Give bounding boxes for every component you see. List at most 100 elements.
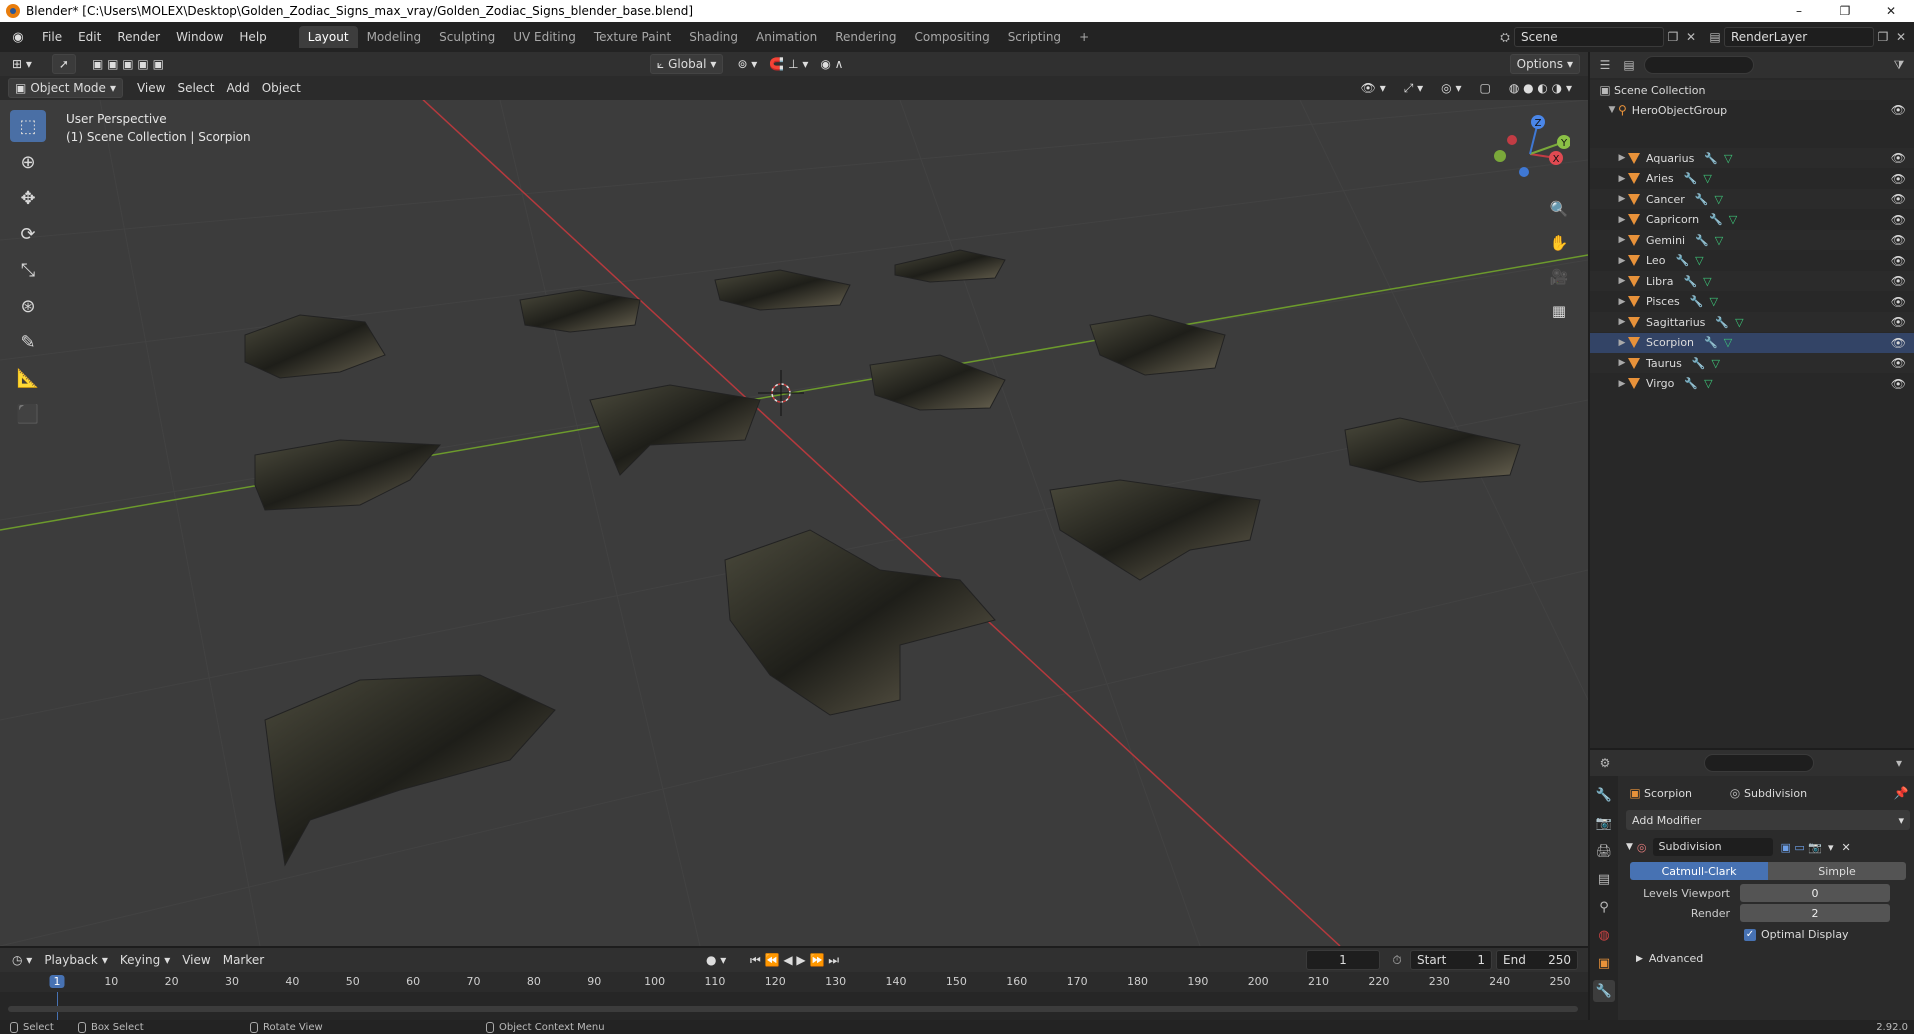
eye-icon[interactable]: 👁 bbox=[1891, 295, 1906, 309]
gizmo-z-icon[interactable]: Z bbox=[1531, 115, 1545, 129]
gizmo-icon[interactable]: ⤢ ▾ bbox=[1398, 78, 1429, 98]
3d-viewport[interactable]: User Perspective (1) Scene Collection | … bbox=[0, 100, 1588, 946]
gizmo-neg-y-icon[interactable] bbox=[1494, 150, 1506, 162]
delete-layer-icon[interactable]: ✕ bbox=[1892, 28, 1910, 46]
filter-icon[interactable]: ⧩ bbox=[1890, 56, 1908, 74]
menu-keying[interactable]: Keying ▾ bbox=[114, 950, 176, 970]
delete-scene-icon[interactable]: ✕ bbox=[1682, 28, 1700, 46]
cursor-tool-icon[interactable]: ⊕ bbox=[10, 146, 46, 178]
checkbox-checked-icon[interactable]: ✓ bbox=[1744, 928, 1756, 941]
outliner-scene-collection[interactable]: ▣ Scene Collection bbox=[1590, 80, 1914, 100]
menu-add[interactable]: Add bbox=[220, 78, 255, 98]
transform-tool-icon[interactable]: ⊛ bbox=[10, 290, 46, 322]
new-scene-icon[interactable]: ❐ bbox=[1664, 28, 1682, 46]
workspace-tab-animation[interactable]: Animation bbox=[747, 26, 826, 48]
selection-mode-icons[interactable]: ▣ ▣ ▣ ▣ ▣ bbox=[86, 54, 170, 74]
mesh-data-icon[interactable]: ▽ bbox=[1724, 336, 1732, 349]
mesh-data-icon[interactable]: ▽ bbox=[1704, 377, 1712, 390]
mesh-data-icon[interactable]: ▽ bbox=[1714, 193, 1722, 206]
eye-icon[interactable]: 👁 bbox=[1891, 315, 1906, 329]
expand-arrow-icon[interactable]: ▶ bbox=[1616, 317, 1628, 327]
editor-type-icon[interactable]: ⊞ ▾ bbox=[6, 54, 38, 74]
snap-icon[interactable]: 🧲 ⊥ ▾ bbox=[763, 54, 814, 74]
maximize-button[interactable]: ❐ bbox=[1822, 0, 1868, 22]
expand-arrow-icon[interactable]: ▼ bbox=[1606, 105, 1618, 115]
render-layer-selector[interactable]: RenderLayer bbox=[1724, 27, 1874, 47]
expand-arrow-icon[interactable]: ▶ bbox=[1616, 358, 1628, 368]
modifier-name-input[interactable]: Subdivision bbox=[1652, 838, 1773, 856]
expand-arrow-icon[interactable]: ▶ bbox=[1616, 153, 1628, 163]
outliner-object-row[interactable]: ▶ Leo 🔧 ▽ 👁 bbox=[1590, 251, 1914, 271]
mesh-data-icon[interactable]: ▽ bbox=[1709, 295, 1717, 308]
workspace-tab-scripting[interactable]: Scripting bbox=[999, 26, 1070, 48]
outliner-object-row[interactable]: ▶ Taurus 🔧 ▽ 👁 bbox=[1590, 353, 1914, 373]
measure-tool-icon[interactable]: 📐 bbox=[10, 362, 46, 394]
mesh-data-icon[interactable]: ▽ bbox=[1703, 275, 1711, 288]
mesh-data-icon[interactable]: ▽ bbox=[1703, 172, 1711, 185]
rotate-tool-icon[interactable]: ⟳ bbox=[10, 218, 46, 250]
mesh-data-icon[interactable]: ▽ bbox=[1735, 316, 1743, 329]
expand-arrow-icon[interactable]: ▶ bbox=[1616, 256, 1628, 266]
render-levels-field[interactable]: 2 bbox=[1740, 904, 1890, 922]
expand-arrow-icon[interactable]: ▶ bbox=[1616, 174, 1628, 184]
chevron-down-icon[interactable]: ▾ bbox=[1828, 841, 1834, 854]
visibility-icon[interactable]: 👁 ▾ bbox=[1355, 78, 1392, 98]
timeline-editor-icon[interactable]: ◷ ▾ bbox=[6, 950, 38, 970]
eye-icon[interactable]: 👁 bbox=[1891, 233, 1906, 247]
menu-object[interactable]: Object bbox=[256, 78, 307, 98]
modifier-wrench-icon[interactable]: 🔧 bbox=[1684, 377, 1698, 390]
expand-arrow-icon[interactable]: ▶ bbox=[1616, 379, 1628, 389]
pivot-point-icon[interactable]: ⊚ ▾ bbox=[731, 54, 763, 74]
modifier-wrench-icon[interactable]: 🔧 bbox=[1695, 234, 1709, 247]
move-tool-icon[interactable]: ✥ bbox=[10, 182, 46, 214]
annotate-tool-icon[interactable]: ✎ bbox=[10, 326, 46, 358]
expand-arrow-icon[interactable]: ▶ bbox=[1616, 276, 1628, 286]
outliner-object-row[interactable]: ▶ Libra 🔧 ▽ 👁 bbox=[1590, 271, 1914, 291]
properties-editor-icon[interactable]: ⚙ bbox=[1596, 754, 1614, 772]
expand-arrow-icon[interactable]: ▶ bbox=[1616, 215, 1628, 225]
outliner-object-row[interactable]: ▶ Gemini 🔧 ▽ 👁 bbox=[1590, 230, 1914, 250]
eye-icon[interactable]: 👁 bbox=[1891, 274, 1906, 288]
simple-button[interactable]: Simple bbox=[1768, 862, 1906, 880]
scene-icon[interactable]: ⛭ bbox=[1496, 28, 1514, 46]
collapse-arrow-icon[interactable]: ▼ bbox=[1626, 842, 1633, 852]
clock-icon[interactable]: ⏱ bbox=[1388, 951, 1406, 969]
outliner-object-row[interactable]: ▶ Capricorn 🔧 ▽ 👁 bbox=[1590, 210, 1914, 230]
outliner-search-input[interactable] bbox=[1644, 56, 1754, 74]
add-workspace-button[interactable]: + bbox=[1070, 26, 1098, 48]
menu-view[interactable]: View bbox=[131, 78, 171, 98]
select-mode-icon[interactable]: ➚ bbox=[51, 54, 76, 74]
outliner-editor-icon[interactable]: ☰ bbox=[1596, 56, 1614, 74]
menu-marker[interactable]: Marker bbox=[217, 950, 270, 970]
menu-playback[interactable]: Playback ▾ bbox=[38, 950, 114, 970]
scale-tool-icon[interactable]: ⤡ bbox=[10, 254, 46, 286]
proportional-edit-icon[interactable]: ◉ ∧ bbox=[814, 54, 849, 74]
navigation-gizmo[interactable]: X Y Z bbox=[1490, 114, 1570, 194]
outliner-group-row[interactable]: ▼ ⚲ HeroObjectGroup 👁 bbox=[1590, 100, 1914, 120]
outliner-object-row[interactable]: ▶ Pisces 🔧 ▽ 👁 bbox=[1590, 292, 1914, 312]
timeline-track[interactable] bbox=[0, 992, 1588, 1020]
expand-arrow-icon[interactable]: ▶ bbox=[1616, 297, 1628, 307]
display-mode-icon[interactable]: ▤ bbox=[1620, 56, 1638, 74]
chevron-down-icon[interactable]: ▾ bbox=[1890, 754, 1908, 772]
mode-dropdown[interactable]: ▣ Object Mode ▾ bbox=[8, 78, 123, 98]
modifier-wrench-icon[interactable]: 🔧 bbox=[1692, 357, 1706, 370]
workspace-tab-uv-editing[interactable]: UV Editing bbox=[504, 26, 585, 48]
mesh-data-icon[interactable]: ▽ bbox=[1729, 213, 1737, 226]
pin-icon[interactable]: 📌 bbox=[1892, 784, 1910, 802]
menu-select[interactable]: Select bbox=[171, 78, 220, 98]
menu-file[interactable]: File bbox=[34, 26, 70, 48]
expand-arrow-icon[interactable]: ▶ bbox=[1616, 235, 1628, 245]
overlay-icon[interactable]: ◎ ▾ bbox=[1435, 78, 1467, 98]
outliner-object-row[interactable]: ▶ Sagittarius 🔧 ▽ 👁 bbox=[1590, 312, 1914, 332]
end-frame-field[interactable]: End 250 bbox=[1496, 950, 1578, 970]
modifier-wrench-icon[interactable]: 🔧 bbox=[1690, 295, 1704, 308]
workspace-tab-layout[interactable]: Layout bbox=[298, 26, 358, 48]
workspace-tab-sculpting[interactable]: Sculpting bbox=[430, 26, 504, 48]
render-layer-icon[interactable]: ▤ bbox=[1706, 28, 1724, 46]
scene-selector[interactable]: Scene bbox=[1514, 27, 1664, 47]
current-frame-field[interactable]: 1 bbox=[1306, 950, 1380, 970]
modifier-visibility-icons[interactable]: ▣ ▭ 📷 bbox=[1781, 841, 1822, 854]
outliner-object-row[interactable]: ▶ Scorpion 🔧 ▽ 👁 bbox=[1590, 332, 1914, 353]
zoom-icon[interactable]: 🔍 bbox=[1545, 195, 1573, 223]
